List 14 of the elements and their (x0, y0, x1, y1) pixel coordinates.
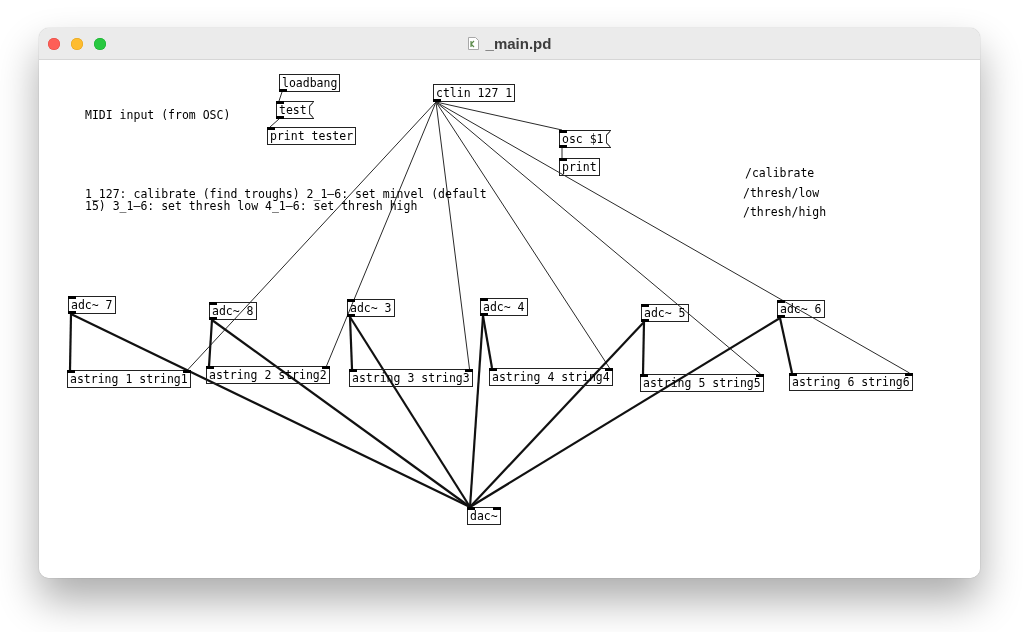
inlet-port[interactable] (904, 373, 913, 376)
object-box[interactable]: loadbang (279, 74, 341, 92)
object-box[interactable]: astring 6 string6 (789, 373, 913, 391)
document-icon (467, 37, 479, 50)
outlet-port[interactable] (279, 89, 287, 92)
object-box[interactable]: adc~ 7 (68, 296, 116, 314)
minimize-button[interactable] (71, 37, 83, 50)
object-box[interactable]: dac~ (467, 507, 501, 525)
outlet-port[interactable] (433, 99, 441, 102)
zoom-button[interactable] (94, 37, 106, 50)
outlet-port[interactable] (68, 311, 76, 314)
window-title: _main.pd (485, 35, 552, 52)
object-box[interactable]: ctlin 127 1 (433, 84, 516, 102)
close-button[interactable] (48, 37, 60, 50)
